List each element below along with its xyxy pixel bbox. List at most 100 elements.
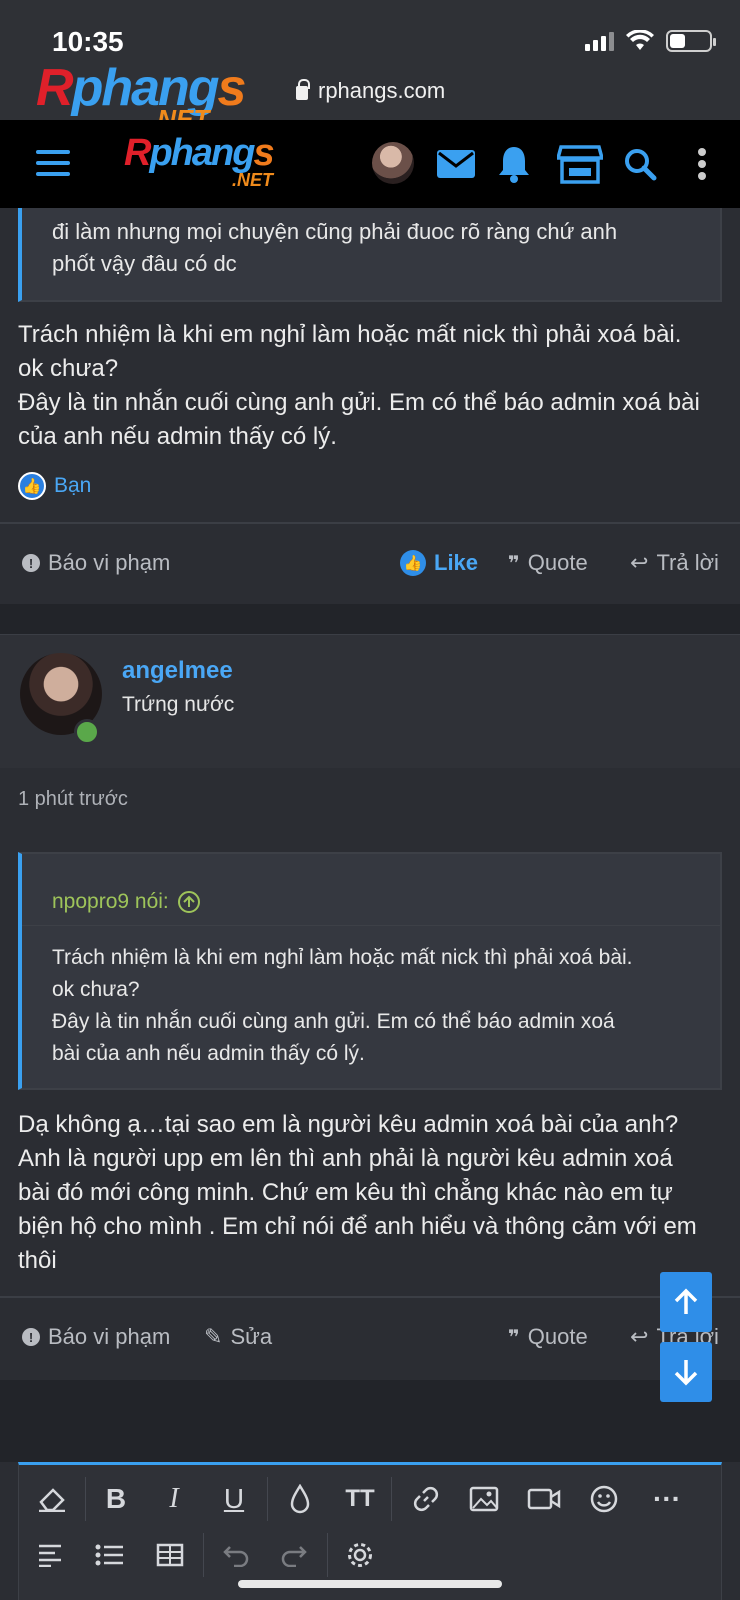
post-line: ok chưa?: [18, 355, 119, 382]
report-label: Báo vi phạm: [48, 1324, 171, 1349]
quote-line: Trách nhiệm là khi em nghỉ làm hoặc mất …: [52, 946, 633, 969]
battery-icon: [666, 30, 716, 52]
site-logo-net-small: .NET: [232, 170, 274, 190]
post-time[interactable]: 1 phút trước: [18, 788, 128, 811]
redo-icon[interactable]: [269, 1533, 319, 1577]
scroll-top-button[interactable]: [660, 1272, 712, 1332]
site-header: Rphangs .NET: [0, 120, 740, 208]
reply-button[interactable]: ↩ Trả lời: [630, 550, 719, 576]
report-button[interactable]: ! Báo vi phạm: [22, 1324, 170, 1350]
lock-icon: [296, 79, 310, 100]
url-bar[interactable]: rphangs.com: [296, 78, 445, 104]
separator: [203, 1533, 204, 1577]
report-button[interactable]: ! Báo vi phạm: [22, 550, 170, 576]
alert-icon: !: [22, 1328, 40, 1346]
text-size-icon[interactable]: TT: [335, 1477, 385, 1521]
online-status-icon: [74, 719, 100, 745]
post1-quote: đi làm nhưng mọi chuyện cũng phải đuoc r…: [18, 208, 722, 302]
link-icon[interactable]: [401, 1477, 451, 1521]
signal-icon: [585, 31, 614, 51]
search-icon[interactable]: [616, 140, 664, 188]
quote-line: Đây là tin nhắn cuối cùng anh gửi. Em có…: [52, 1010, 615, 1033]
menu-icon[interactable]: [36, 150, 70, 183]
thumbs-up-icon: 👍: [400, 550, 426, 576]
color-icon[interactable]: [275, 1477, 325, 1521]
edit-label: Sửa: [230, 1324, 273, 1349]
like-button[interactable]: 👍 Like: [400, 550, 478, 576]
home-indicator[interactable]: [238, 1580, 502, 1588]
reaction-user: Bạn: [54, 474, 92, 497]
wifi-icon: [626, 30, 654, 50]
status-icons: [585, 30, 716, 52]
undo-icon[interactable]: [211, 1533, 261, 1577]
video-icon[interactable]: [519, 1477, 569, 1521]
align-icon[interactable]: [27, 1533, 77, 1577]
scroll-bottom-button[interactable]: [660, 1342, 712, 1402]
thumbs-up-icon: 👍: [18, 472, 46, 500]
account-avatar[interactable]: [372, 142, 414, 184]
user-title: Trứng nước: [122, 693, 235, 716]
post-line: biện hộ cho mình . Em chỉ nói để anh hiể…: [18, 1213, 697, 1240]
post2-quote: npopro9 nói: Trách nhiệm là khi em nghỉ …: [18, 852, 722, 1090]
reply-icon: ↩: [630, 550, 649, 575]
italic-icon[interactable]: I: [149, 1477, 199, 1521]
bold-icon[interactable]: B: [91, 1477, 141, 1521]
quote-label: Quote: [527, 550, 588, 575]
post1-body: Trách nhiệm là khi em nghỉ làm hoặc mất …: [18, 318, 728, 454]
post1-action-bar: ! Báo vi phạm 👍 Like ❞ Quote ↩ Trả lời: [0, 524, 740, 604]
store-icon[interactable]: [556, 140, 604, 188]
post-line: Anh là người upp em lên thì anh phải là …: [18, 1145, 673, 1172]
reply-icon: ↩: [630, 1324, 649, 1349]
post-separator: [0, 1380, 740, 1462]
post-line: Dạ không ạ…tại sao em là người kêu admin…: [18, 1111, 679, 1138]
quote-button[interactable]: ❞ Quote: [508, 1324, 588, 1350]
separator: [267, 1477, 268, 1521]
quote-icon: ❞: [508, 1326, 520, 1349]
quote-label: Quote: [527, 1324, 588, 1349]
username[interactable]: angelmee: [122, 657, 233, 685]
post2-action-bar: ! Báo vi phạm ✎ Sửa ❞ Quote ↩ Trả lời: [0, 1298, 740, 1378]
eraser-icon[interactable]: [27, 1477, 77, 1521]
pencil-icon: ✎: [204, 1324, 223, 1349]
site-logo[interactable]: Rphangs: [124, 132, 275, 175]
url-text: rphangs.com: [318, 78, 446, 103]
mail-icon[interactable]: [432, 140, 480, 188]
separator: [85, 1477, 86, 1521]
reaction-summary[interactable]: 👍 Bạn: [18, 472, 91, 500]
arrow-up-circle-icon: [177, 890, 200, 913]
emoji-icon[interactable]: [579, 1477, 629, 1521]
quote-body: Trách nhiệm là khi em nghỉ làm hoặc mất …: [22, 926, 720, 1070]
quote-line: phốt vậy đâu có dc: [52, 251, 237, 276]
like-label: Like: [434, 550, 479, 575]
image-icon[interactable]: [459, 1477, 509, 1521]
quote-line: đi làm nhưng mọi chuyện cũng phải đuoc r…: [52, 219, 618, 244]
quote-line: bài của anh nếu admin thấy có lý.: [52, 1042, 365, 1065]
post-line: bài đó mới công minh. Chứ em kêu thì chẳ…: [18, 1179, 673, 1206]
more-icon[interactable]: ···: [637, 1477, 697, 1521]
more-vertical-icon[interactable]: [678, 140, 726, 188]
quote-icon: ❞: [508, 552, 520, 575]
site-logo-watermark: Rphangs: [36, 59, 246, 117]
quote-author: npopro9 nói:: [52, 889, 169, 913]
post-line: Trách nhiệm là khi em nghỉ làm hoặc mất …: [18, 321, 682, 348]
separator: [391, 1477, 392, 1521]
quote-header[interactable]: npopro9 nói:: [22, 854, 720, 926]
separator: [327, 1533, 328, 1577]
settings-icon[interactable]: [335, 1533, 385, 1577]
post-separator: [0, 604, 740, 634]
report-label: Báo vi phạm: [48, 550, 171, 575]
quote-button[interactable]: ❞ Quote: [508, 550, 588, 576]
alert-icon: !: [22, 554, 40, 572]
list-icon[interactable]: [85, 1533, 135, 1577]
post-line: Đây là tin nhắn cuối cùng anh gửi. Em có…: [18, 389, 700, 416]
underline-icon[interactable]: U: [209, 1477, 259, 1521]
edit-button[interactable]: ✎ Sửa: [204, 1324, 272, 1350]
bell-icon[interactable]: [490, 140, 538, 188]
post-line: của anh nếu admin thấy có lý.: [18, 423, 337, 450]
arrow-down-icon: [674, 1360, 698, 1386]
arrow-up-icon: [674, 1288, 698, 1314]
post2-user-block: angelmee Trứng nước: [0, 634, 740, 768]
post-line: thôi: [18, 1247, 57, 1274]
table-icon[interactable]: [145, 1533, 195, 1577]
quote-line: ok chưa?: [52, 978, 140, 1001]
